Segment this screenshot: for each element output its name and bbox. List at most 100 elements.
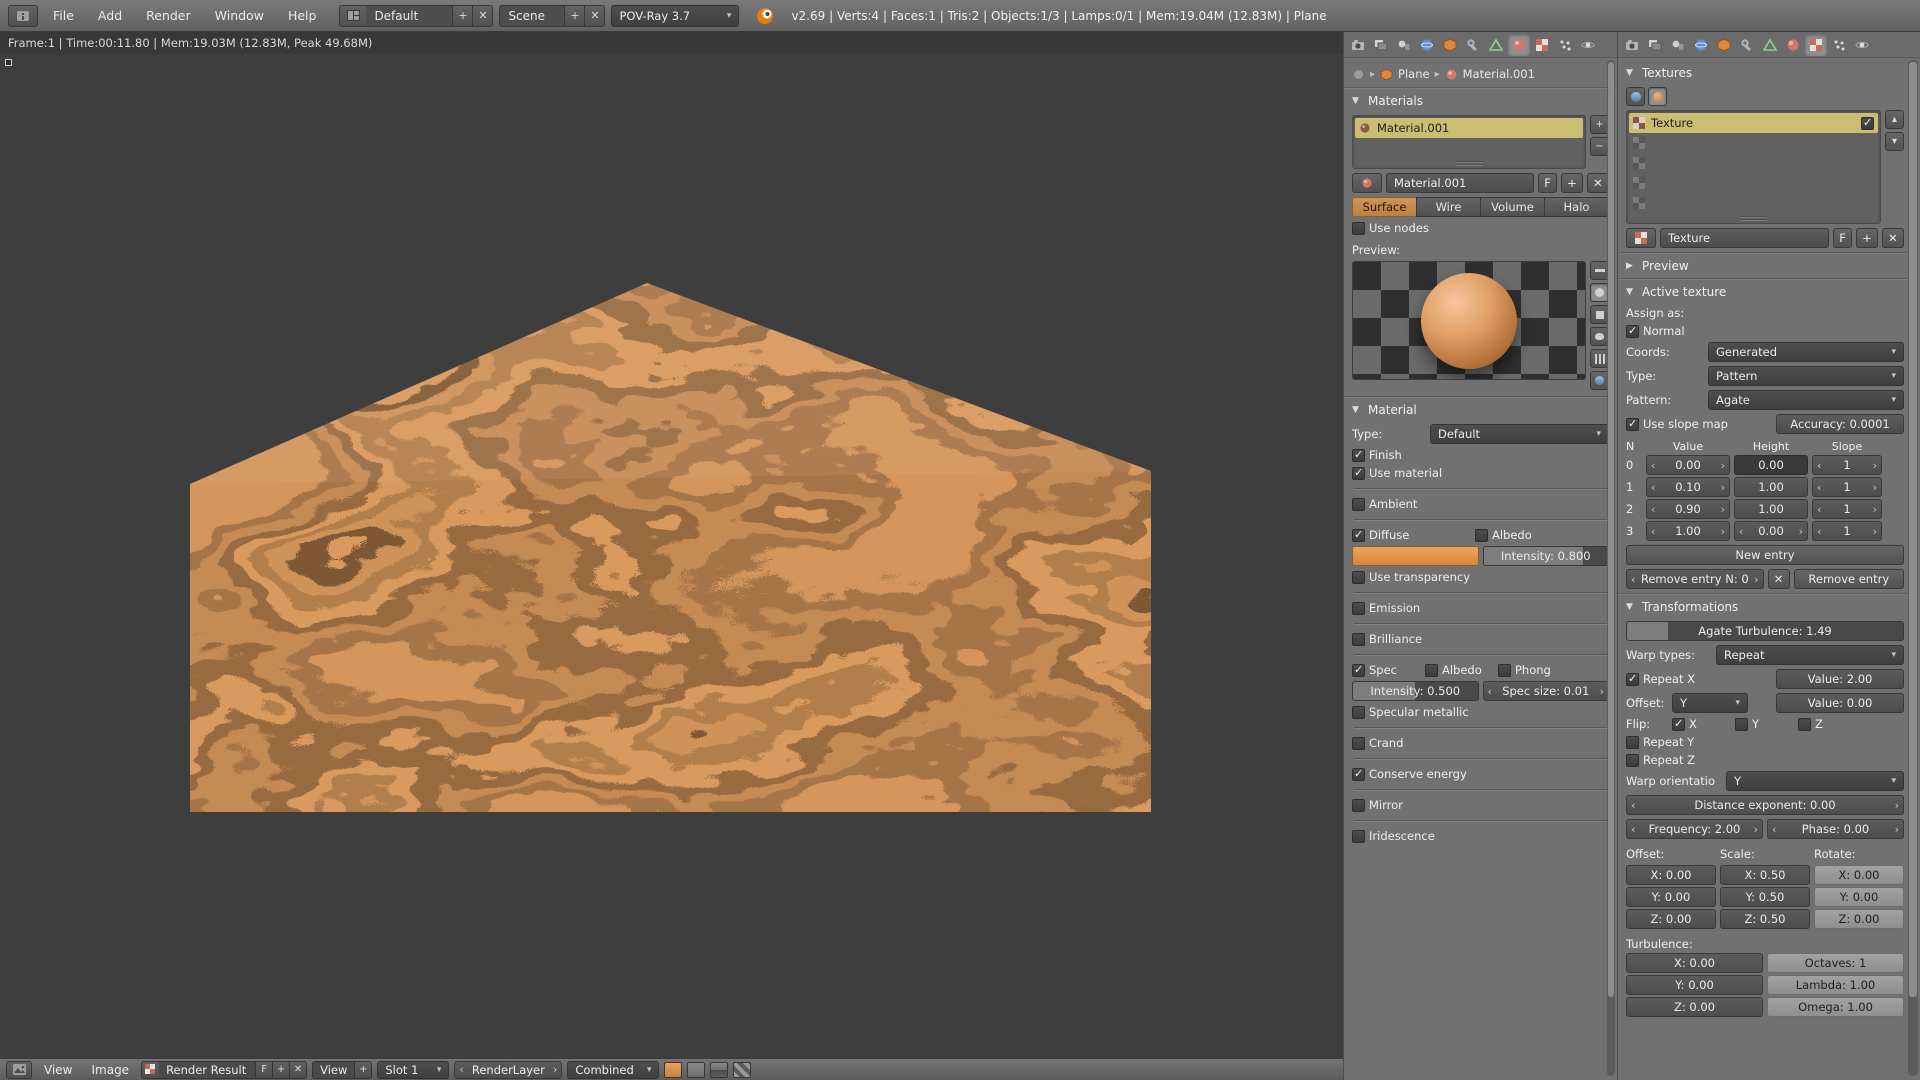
rotate-x-field[interactable]: X: 0.00 — [1814, 865, 1904, 885]
distance-exponent-field[interactable]: Distance exponent: 0.00 — [1626, 795, 1904, 815]
preview-panel-header[interactable]: ▶ Preview — [1626, 256, 1904, 276]
scale-y-field[interactable]: Y: 0.50 — [1720, 887, 1810, 907]
tab-particles[interactable] — [1828, 34, 1850, 56]
screen-layout-name[interactable]: Default — [366, 9, 452, 23]
conserve-energy-checkbox[interactable] — [1352, 768, 1365, 781]
frequency-field[interactable]: Frequency: 2.00 — [1626, 819, 1763, 839]
rotate-y-field[interactable]: Y: 0.00 — [1814, 887, 1904, 907]
warp-orientation-dropdown[interactable]: Y — [1726, 771, 1904, 791]
texture-slot-empty[interactable] — [1629, 153, 1878, 173]
tab-render[interactable] — [1347, 34, 1369, 56]
mode-halo-button[interactable]: Halo — [1544, 197, 1609, 217]
mode-surface-button[interactable]: Surface — [1352, 197, 1417, 217]
material-fake-user-button[interactable]: F — [1538, 173, 1557, 193]
material-name-field[interactable]: Material.001 — [1386, 173, 1534, 193]
render-engine-dropdown[interactable]: POV-Ray 3.7 — [611, 5, 739, 27]
tab-object[interactable] — [1713, 34, 1735, 56]
iridescence-checkbox[interactable] — [1352, 830, 1365, 843]
breadcrumb-material[interactable]: Material.001 — [1463, 67, 1535, 81]
offset-axis-dropdown[interactable]: Y — [1672, 693, 1748, 713]
phase-field[interactable]: Phase: 0.00 — [1767, 819, 1904, 839]
octaves-field[interactable]: Octaves: 1 — [1767, 953, 1904, 973]
rotate-z-field[interactable]: Z: 0.00 — [1814, 909, 1904, 929]
slope-height-field[interactable]: 0.00 — [1734, 455, 1808, 475]
texture-slot-empty[interactable] — [1629, 193, 1878, 213]
repeat-y-checkbox[interactable] — [1626, 736, 1639, 749]
agate-turbulence-slider[interactable]: Agate Turbulence: 1.49 — [1626, 621, 1904, 641]
accuracy-field[interactable]: Accuracy: 0.0001 — [1776, 414, 1904, 434]
mode-wire-button[interactable]: Wire — [1416, 197, 1481, 217]
slope-slope-field[interactable]: 1 — [1812, 499, 1882, 519]
image-name[interactable]: Render Result — [159, 1063, 255, 1077]
scene-name[interactable]: Scene — [500, 9, 564, 23]
mode-volume-button[interactable]: Volume — [1480, 197, 1545, 217]
material-panel-header[interactable]: ▼ Material — [1352, 400, 1609, 420]
texture-type-dropdown[interactable]: Pattern — [1708, 366, 1904, 386]
slot-dropdown[interactable]: Slot 1 — [377, 1061, 449, 1079]
tab-render-layers[interactable] — [1370, 34, 1392, 56]
active-texture-panel-header[interactable]: ▼ Active texture — [1626, 282, 1904, 302]
material-type-dropdown[interactable]: Default — [1430, 424, 1609, 444]
tab-world[interactable] — [1690, 34, 1712, 56]
image-editor[interactable]: Frame:1 | Time:00:11.80 | Mem:19.03M (12… — [0, 32, 1343, 1058]
z-channel-toggle[interactable] — [733, 1062, 751, 1078]
menu-window[interactable]: Window — [206, 4, 273, 28]
remove-entry-n-field[interactable]: Remove entry N: 0 — [1626, 569, 1764, 589]
finish-checkbox[interactable] — [1352, 449, 1365, 462]
use-nodes-checkbox[interactable] — [1352, 222, 1365, 235]
material-slot-selected[interactable]: Material.001 — [1355, 118, 1583, 138]
slope-slope-field[interactable]: 1 — [1812, 477, 1882, 497]
delete-scene-button[interactable]: ✕ — [584, 5, 604, 27]
repeat-x-checkbox[interactable] — [1626, 673, 1639, 686]
list-resize-grip[interactable] — [1629, 213, 1878, 221]
scale-z-field[interactable]: Z: 0.50 — [1720, 909, 1810, 929]
tab-render[interactable] — [1621, 34, 1643, 56]
lambda-field[interactable]: Lambda: 1.00 — [1767, 975, 1904, 995]
use-transparency-checkbox[interactable] — [1352, 571, 1365, 584]
tab-world[interactable] — [1416, 34, 1438, 56]
slope-height-field[interactable]: 0.00 — [1734, 521, 1808, 541]
menu-view[interactable]: View — [37, 1063, 79, 1077]
slope-height-field[interactable]: 1.00 — [1734, 499, 1808, 519]
add-scene-button[interactable]: + — [564, 5, 584, 27]
diffuse-color-swatch[interactable] — [1352, 546, 1479, 566]
new-entry-button[interactable]: New entry — [1626, 545, 1904, 565]
editor-type-button-image[interactable] — [6, 1061, 32, 1079]
render-pass-dropdown[interactable]: Combined — [567, 1061, 659, 1079]
remove-entry-x-button[interactable]: ✕ — [1768, 569, 1790, 589]
editor-type-button-info[interactable] — [8, 5, 38, 27]
flip-y-checkbox[interactable] — [1735, 718, 1748, 731]
materials-panel-header[interactable]: ▼ Materials — [1352, 91, 1609, 111]
textures-panel-header[interactable]: ▼ Textures — [1626, 63, 1904, 83]
breadcrumb-object[interactable]: Plane — [1398, 67, 1430, 81]
slope-value-field[interactable]: 1.00 — [1646, 521, 1730, 541]
texture-unlink-button[interactable]: ✕ — [1882, 228, 1904, 248]
diffuse-checkbox[interactable] — [1352, 529, 1365, 542]
turbulence-z-field[interactable]: Z: 0.00 — [1626, 997, 1763, 1017]
menu-file[interactable]: File — [44, 4, 83, 28]
material-panel-scrollbar[interactable] — [1607, 60, 1615, 1076]
turbulence-x-field[interactable]: X: 0.00 — [1626, 953, 1763, 973]
menu-help[interactable]: Help — [279, 4, 326, 28]
menu-image[interactable]: Image — [84, 1063, 136, 1077]
texture-new-button[interactable]: + — [1856, 228, 1878, 248]
texture-panel-scrollbar[interactable] — [1908, 60, 1918, 1076]
spec-size-field[interactable]: Spec size: 0.01 — [1483, 681, 1610, 701]
spec-intensity-slider[interactable]: Intensity: 0.500 — [1352, 681, 1479, 701]
tab-texture[interactable] — [1531, 34, 1553, 56]
ambient-checkbox[interactable] — [1352, 498, 1365, 511]
tab-physics[interactable] — [1577, 34, 1599, 56]
turbulence-y-field[interactable]: Y: 0.00 — [1626, 975, 1763, 995]
material-slot-empty[interactable] — [1355, 138, 1583, 158]
texture-slot-empty[interactable] — [1629, 133, 1878, 153]
scale-x-field[interactable]: X: 0.50 — [1720, 865, 1810, 885]
texture-context-world-button[interactable] — [1626, 87, 1645, 106]
specular-metallic-checkbox[interactable] — [1352, 706, 1365, 719]
slope-slope-field[interactable]: 1 — [1812, 521, 1882, 541]
tab-texture[interactable] — [1805, 34, 1827, 56]
coords-dropdown[interactable]: Generated — [1708, 342, 1904, 362]
tab-modifiers[interactable] — [1462, 34, 1484, 56]
tab-object-data[interactable] — [1759, 34, 1781, 56]
draw-image-toggle[interactable] — [664, 1062, 682, 1078]
spec-albedo-checkbox[interactable] — [1425, 664, 1438, 677]
